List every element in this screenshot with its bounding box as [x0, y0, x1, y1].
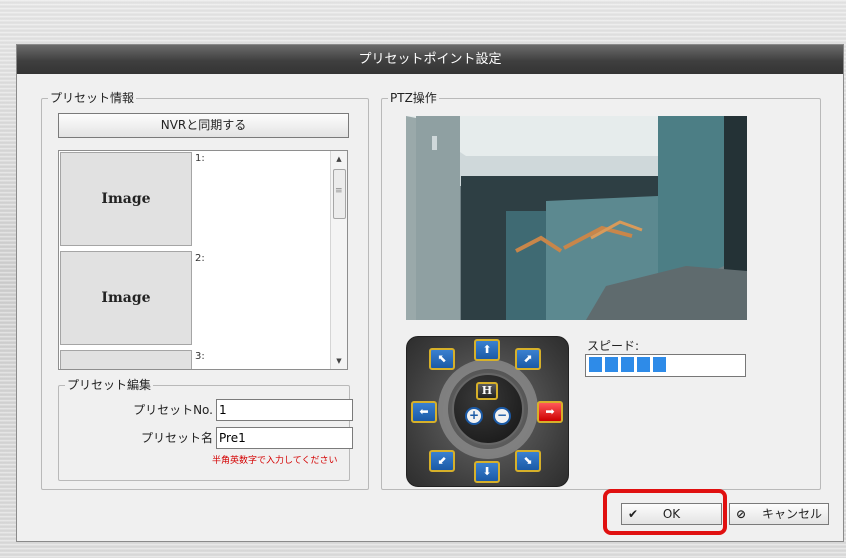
speed-segment [653, 357, 666, 372]
check-icon: ✔ [628, 507, 639, 521]
sync-nvr-button[interactable]: NVRと同期する [58, 113, 349, 138]
scroll-up-arrow-icon[interactable]: ▲ [331, 151, 347, 167]
cancel-icon: ⊘ [736, 507, 747, 521]
ok-label: OK [662, 507, 681, 521]
preset-thumbnail[interactable]: Image [60, 251, 192, 345]
speed-segment [637, 357, 650, 372]
pan-up-left-button[interactable]: ⬉ [429, 348, 455, 370]
ptz-controller: ⬉ ⬆ ⬈ ⬅ ➡ ⬋ ⬇ ⬊ H + − [406, 336, 569, 487]
pan-left-button[interactable]: ⬅ [411, 401, 437, 423]
pan-up-right-button[interactable]: ⬈ [515, 348, 541, 370]
preset-number: 2: [195, 253, 205, 264]
camera-view [406, 116, 747, 320]
scroll-down-arrow-icon[interactable]: ▼ [331, 353, 347, 369]
home-button[interactable]: H [476, 382, 498, 400]
cancel-label: キャンセル [761, 507, 822, 521]
zoom-in-icon[interactable]: + [465, 407, 483, 425]
preset-name-label: プリセット名 [140, 431, 213, 445]
zoom-out-icon[interactable]: − [493, 407, 511, 425]
speed-segment [589, 357, 602, 372]
pan-down-left-button[interactable]: ⬋ [429, 450, 455, 472]
input-hint: 半角英数字で入力してください [212, 456, 338, 466]
preset-thumbnail[interactable]: Image [60, 152, 192, 246]
preset-point-dialog: プリセットポイント設定 プリセット情報 NVRと同期する Image 1: Im… [16, 44, 844, 542]
ok-button[interactable]: ✔ OK [621, 503, 722, 525]
preset-info-group: プリセット情報 NVRと同期する Image 1: Image 2: 3: ▲ … [41, 91, 369, 490]
pan-up-button[interactable]: ⬆ [474, 339, 500, 361]
preset-number: 3: [195, 351, 205, 362]
preset-list-scrollbar[interactable]: ▲ ▼ [330, 151, 347, 369]
ptz-group: PTZ操作 ⬉ ⬆ ⬈ ⬅ ➡ ⬋ ⬇ ⬊ H + − スピード: [381, 91, 821, 490]
ptz-legend: PTZ操作 [388, 91, 439, 105]
preset-list: Image 1: Image 2: 3: ▲ ▼ [58, 150, 348, 370]
pan-down-button[interactable]: ⬇ [474, 461, 500, 483]
preset-edit-legend: プリセット編集 [65, 378, 154, 392]
pan-down-right-button[interactable]: ⬊ [515, 450, 541, 472]
preset-thumbnail[interactable] [60, 350, 192, 369]
speed-segment [621, 357, 634, 372]
scroll-thumb[interactable] [333, 169, 346, 219]
speed-label: スピード: [587, 339, 640, 353]
speed-bar[interactable] [585, 354, 746, 377]
preset-info-legend: プリセット情報 [48, 91, 137, 105]
preset-number-label: プリセットNo. [133, 403, 213, 417]
preset-name-input[interactable] [216, 427, 353, 449]
preset-number: 1: [195, 153, 205, 164]
pan-right-button[interactable]: ➡ [537, 401, 563, 423]
cancel-button[interactable]: ⊘ キャンセル [729, 503, 829, 525]
dialog-title: プリセットポイント設定 [17, 45, 843, 74]
preset-number-input[interactable] [216, 399, 353, 421]
preset-edit-group: プリセット編集 プリセットNo. プリセット名 半角英数字で入力してください [58, 378, 353, 481]
speed-segment [605, 357, 618, 372]
